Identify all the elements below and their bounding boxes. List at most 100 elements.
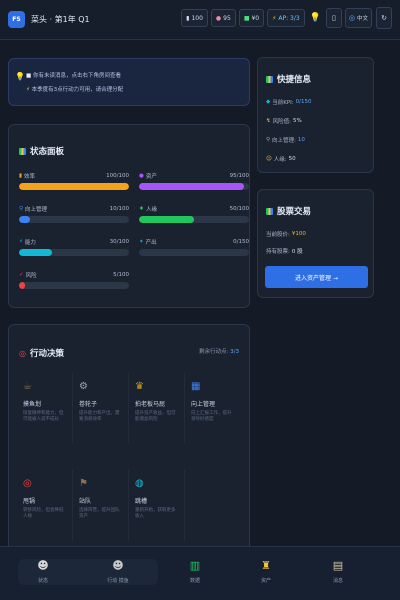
stat-value: 95 <box>223 14 231 22</box>
stat-label: 人缘 <box>145 207 157 213</box>
info-value: 0/150 <box>295 99 312 105</box>
action-name: 卷轮子 <box>79 401 98 408</box>
stock-title: 股票交易 <box>266 205 311 217</box>
stat-label: 风险 <box>25 273 37 279</box>
globe-icon: ◎ <box>348 14 355 22</box>
nav-item[interactable]: ☻ 行动 摸鱼 <box>98 559 138 584</box>
gear-icon: ⚙ <box>79 380 88 392</box>
nav-item[interactable]: ▤ 消息 <box>318 559 358 584</box>
stat-label: 效率 <box>24 174 36 180</box>
progress-fill <box>139 183 244 190</box>
action-card[interactable]: ☕ 摸鱼划 恢复精神和能力，但可能被人说不成长 <box>17 373 73 443</box>
info-row: ↯ 风险值: 5% <box>266 117 302 125</box>
mug-icon: ☕ <box>23 380 32 392</box>
progress-fill <box>19 249 52 256</box>
stat-bar: ✦ 产出 0/150 <box>139 238 249 256</box>
stat-value: ¥0 <box>251 14 260 22</box>
info-value: 10 <box>297 137 305 143</box>
action-name: 甩锅 <box>23 498 36 505</box>
action-desc: 提升能力和产出，需要消耗效率 <box>79 411 120 422</box>
chart-icon <box>19 147 26 155</box>
stat-icon: ⚡ <box>19 239 23 245</box>
action-points: 剩余行动点: 3/3 <box>199 349 239 355</box>
info-value: 50 <box>288 156 296 162</box>
progress-fill <box>19 183 129 190</box>
worker-icon: ☻ <box>112 559 124 572</box>
stat-value: 10/100 <box>109 206 129 212</box>
scroll-icon: ▤ <box>332 559 344 572</box>
info-value: 5% <box>292 118 302 124</box>
asset-management-button[interactable]: 进入资产管理 → <box>265 266 368 288</box>
action-desc: 提升资产收益，但可能增加风险 <box>135 411 176 422</box>
stat-bar: ⚡ 能力 30/100 <box>19 238 129 256</box>
progress-track <box>19 183 129 190</box>
nav-item[interactable]: ▥ 数据 <box>175 559 215 584</box>
info-icon: ↯ <box>266 118 271 124</box>
hint-banner: 💡 ■ 你有未读消息，点击右下角房间查看 ⚡ 本季度有3点行动力可用，请合理分配 <box>8 58 250 106</box>
action-card[interactable]: ♛ 拍老板马屁 提升资产收益，但可能增加风险 <box>129 373 185 443</box>
lightbulb-icon[interactable]: 💡 <box>308 13 323 23</box>
nav-label: 数据 <box>189 578 200 584</box>
stock-price: 当前股价: ¥100 <box>266 231 306 238</box>
person-icon: ☻ <box>37 559 49 572</box>
flag-icon: ⚑ <box>79 477 88 489</box>
stock-holding: 持有股票: 0 股 <box>266 249 303 255</box>
action-card[interactable]: ▦ 向上管理 向上汇报工作，提升领导好感度 <box>185 373 241 443</box>
stat-value: 0/150 <box>233 239 249 245</box>
info-label: 风险值: <box>272 119 291 125</box>
action-name: 跳槽 <box>135 498 148 505</box>
message-icon: ■ <box>26 73 32 79</box>
nav-label: 状态 <box>37 578 48 584</box>
action-card[interactable]: ◍ 跳槽 重新开始，获取更多收入 <box>129 470 185 540</box>
action-name: 站队 <box>79 498 92 505</box>
stat-label: 产出 <box>145 240 157 246</box>
progress-track <box>139 249 249 256</box>
quick-info-panel: 快捷信息 ◆ 当前KPI: 0/150 ↯ 风险值: 5% ⚲ 向上管理: 10 ☺ 人缘: 50 <box>257 57 374 173</box>
action-card[interactable]: ⚙ 卷轮子提升能力和产出，需要消耗效率 <box>73 373 129 443</box>
clipboard-icon: ▯ <box>331 14 336 22</box>
progress-track <box>19 282 129 289</box>
action-card[interactable]: ⚑ 站队 选择阵营，提升团队资产 <box>73 470 129 540</box>
language-button[interactable]: ◎ 中文 <box>344 8 372 28</box>
progress-fill <box>139 216 194 223</box>
language-label: 中文 <box>356 16 368 22</box>
clipboard-button[interactable]: ▯ <box>325 8 342 28</box>
app-logo: FS <box>8 11 25 28</box>
stock-panel: 股票交易 当前股价: ¥100 持有股票: 0 股 进入资产管理 → <box>257 189 374 298</box>
stat-label: 向上管理 <box>25 207 48 213</box>
stat-bar: ⚲ 向上管理 10/100 <box>19 205 129 223</box>
globe-icon: ◍ <box>135 477 144 489</box>
chart-icon <box>266 75 273 83</box>
stat-cash: ■ ¥0 <box>238 9 265 27</box>
stat-value: 100 <box>191 14 203 22</box>
cash-icon: ■ <box>243 14 250 22</box>
progress-track <box>139 216 249 223</box>
stat-bar: ▮ 效率 100/100 <box>19 172 129 190</box>
stat-ap: ⚡ AP: 3/3 <box>267 9 305 27</box>
brain-icon: ● <box>215 14 222 22</box>
stat-label: 能力 <box>24 240 36 246</box>
stat-value: 5/100 <box>113 272 129 278</box>
nav-item[interactable]: ☻ 状态 <box>23 559 63 584</box>
nav-item[interactable]: ♜ 资产 <box>246 559 286 584</box>
target-icon: ◎ <box>19 348 26 358</box>
stat-bar: ✓ 风险 5/100 <box>19 271 129 289</box>
nav-label: 资产 <box>260 578 271 584</box>
chart-icon <box>266 207 273 215</box>
stat-bar: ● 资产 95/100 <box>139 172 249 190</box>
quick-info-title: 快捷信息 <box>266 73 311 85</box>
stat-value: 50/100 <box>229 206 249 212</box>
stat-icon: ✓ <box>19 272 24 278</box>
refresh-button[interactable]: ↻ <box>376 7 392 29</box>
stat-brain: ● 95 <box>210 9 236 27</box>
stat-icon: ⚲ <box>19 206 24 212</box>
stat-value: 95/100 <box>229 173 249 179</box>
progress-track <box>19 249 129 256</box>
info-icon: ◆ <box>266 99 271 105</box>
info-label: 向上管理: <box>272 138 296 144</box>
progress-fill <box>19 282 25 289</box>
action-card[interactable]: ◎ 甩锅 转移风险，但会降低人缘 <box>17 470 73 540</box>
progress-fill <box>19 216 30 223</box>
stat-label: 资产 <box>145 174 157 180</box>
action-desc: 恢复精神和能力，但可能被人说不成长 <box>23 411 64 422</box>
